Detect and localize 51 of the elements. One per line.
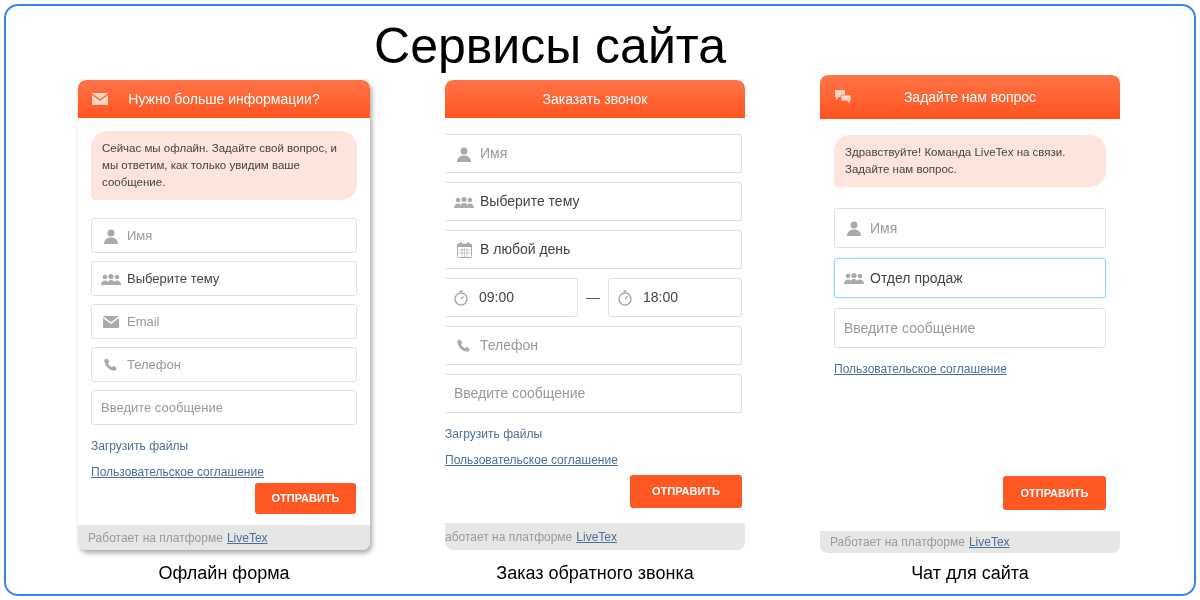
message-bubble: Здравствуйте! Команда LiveTex на связи. Задайте нам вопрос. xyxy=(834,135,1106,187)
widget-caption: Офлайн форма xyxy=(158,562,290,585)
send-button[interactable]: ОТПРАВИТЬ xyxy=(630,475,742,508)
chat-icon xyxy=(834,89,852,105)
message-field[interactable]: Введите сообщение xyxy=(91,390,357,425)
person-icon xyxy=(101,227,121,244)
footer-text: Работает на платформе xyxy=(830,534,965,551)
message-field[interactable]: Введите сообщение xyxy=(445,374,742,413)
calendar-icon xyxy=(454,241,474,258)
upload-link[interactable]: Загрузить файлы xyxy=(445,425,542,443)
upload-link[interactable]: Загрузить файлы xyxy=(91,437,188,455)
input-field[interactable]: Телефон xyxy=(445,326,742,365)
input-field[interactable]: Имя xyxy=(445,134,742,173)
send-button[interactable]: ОТПРАВИТЬ xyxy=(1003,476,1106,510)
group-icon xyxy=(844,272,864,284)
input-field[interactable]: Имя xyxy=(834,208,1106,248)
group-icon xyxy=(454,195,474,208)
envelope-icon xyxy=(92,93,108,105)
page-title: Сервисы сайта xyxy=(374,18,726,74)
stopwatch-icon xyxy=(453,289,469,306)
input-field[interactable]: Выберите тему xyxy=(445,182,742,221)
message-bubble: Сейчас мы офлайн. Задайте свой вопрос, и мы ответим, как только увидим ваше сообщение. xyxy=(91,131,357,200)
widget-title: Нужно больше информации? xyxy=(127,89,321,109)
message-field[interactable]: Введите сообщение xyxy=(834,308,1106,348)
widget-caption: Чат для сайта xyxy=(911,562,1029,585)
agreement-link[interactable]: Пользовательское соглашение xyxy=(91,463,264,481)
livetex-link[interactable]: LiveTex xyxy=(576,527,617,546)
stopwatch-icon xyxy=(617,289,633,306)
widget-title: Задайте нам вопрос xyxy=(902,87,1038,107)
input-field[interactable]: В любой день xyxy=(445,230,742,269)
send-button[interactable]: ОТПРАВИТЬ xyxy=(255,483,356,514)
agreement-link[interactable]: Пользовательское соглашение xyxy=(445,451,618,469)
widget-title: Заказать звонок xyxy=(541,89,649,109)
widget-caption: Заказ обратного звонка xyxy=(496,562,694,585)
livetex-link[interactable]: LiveTex xyxy=(226,528,268,547)
livetex-link[interactable]: LiveTex xyxy=(968,533,1010,551)
time-field[interactable]: 09:00 xyxy=(445,278,578,317)
input-field[interactable]: Отдел продаж xyxy=(834,258,1106,298)
person-icon xyxy=(844,220,864,236)
footer-text: Работает на платформе xyxy=(88,529,223,547)
input-field[interactable]: Телефон xyxy=(91,347,357,382)
agreement-link[interactable]: Пользовательское соглашение xyxy=(834,360,1007,378)
group-icon xyxy=(101,272,121,285)
footer-text: аботает на платформе xyxy=(445,528,573,546)
input-field[interactable]: Имя xyxy=(91,218,357,253)
envelope-icon xyxy=(101,315,121,328)
time-field[interactable]: 18:00 xyxy=(608,278,742,317)
input-field[interactable]: Email xyxy=(91,304,357,339)
input-field[interactable]: Выберите тему xyxy=(91,261,357,296)
person-icon xyxy=(454,145,474,162)
time-separator: — xyxy=(585,288,601,307)
